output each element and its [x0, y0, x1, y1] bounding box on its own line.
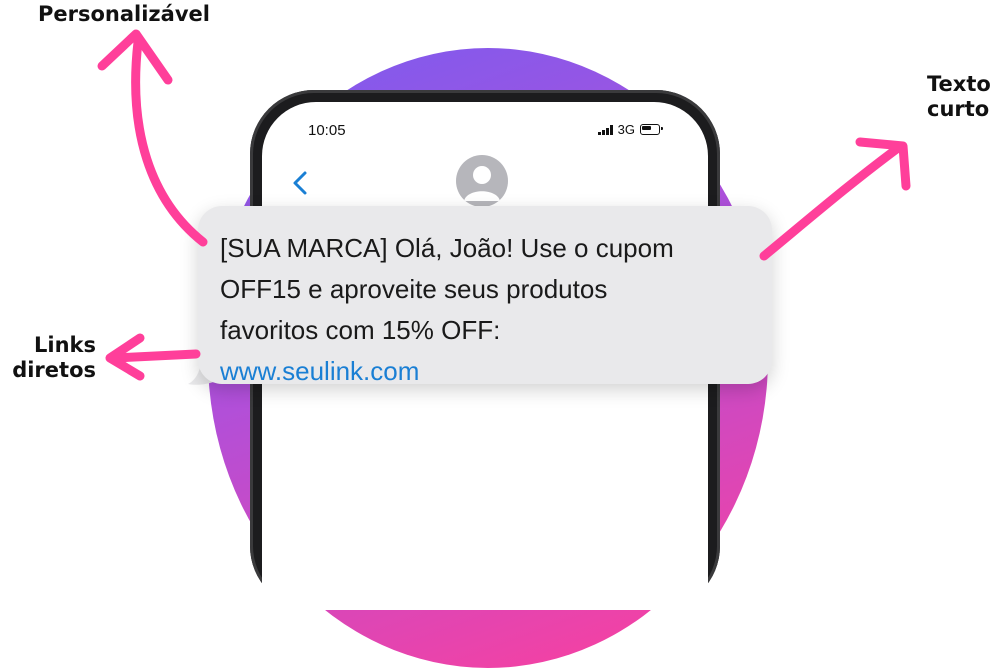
message-line-1: [SUA MARCA] Olá, João! Use o cupom [220, 233, 674, 263]
status-time: 10:05 [308, 122, 346, 139]
contact-avatar-icon[interactable] [456, 155, 508, 207]
sms-message-bubble: [SUA MARCA] Olá, João! Use o cupom OFF15… [188, 206, 778, 386]
callout-short-text-line2: curto [927, 97, 990, 121]
network-label: 3G [617, 122, 635, 137]
message-link[interactable]: www.seulink.com [220, 351, 760, 392]
battery-icon [640, 124, 663, 135]
callout-direct-links-line1: Links [34, 333, 96, 357]
callout-personalizable: Personalizável [38, 2, 210, 26]
message-line-3: favoritos com 15% OFF: [220, 315, 501, 345]
callout-short-text-line1: Texto [927, 72, 991, 96]
message-text: [SUA MARCA] Olá, João! Use o cupom OFF15… [220, 228, 760, 392]
message-line-2: OFF15 e aproveite seus produtos [220, 274, 608, 304]
signal-icon [598, 124, 613, 135]
callout-direct-links-line2: diretos [12, 358, 96, 382]
status-indicators: 3G [598, 122, 663, 137]
callout-short-text: Texto curto [927, 72, 991, 122]
callout-direct-links: Links diretos [0, 333, 96, 383]
back-chevron-icon[interactable] [288, 168, 314, 198]
